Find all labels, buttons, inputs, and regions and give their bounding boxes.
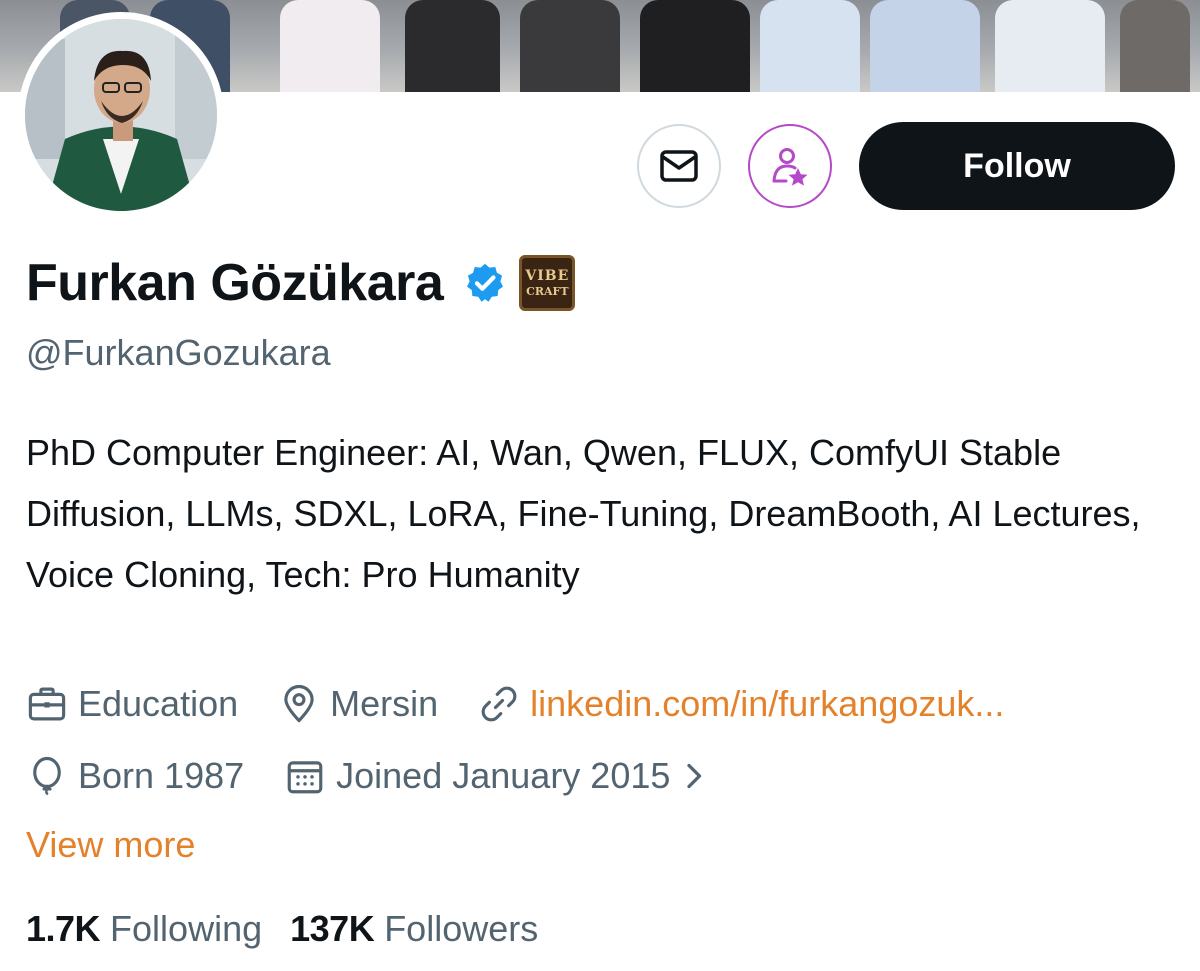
follow-stats: 1.7K Following 137K Followers <box>26 904 566 954</box>
name-row: Furkan Gözükara VIBE CRAFT <box>26 248 576 318</box>
birth-text: Born 1987 <box>78 755 245 796</box>
following-label: Following <box>110 908 263 949</box>
banner-figure <box>760 0 860 92</box>
avatar[interactable] <box>25 19 217 211</box>
briefcase-icon <box>28 687 66 721</box>
category-item: Education <box>26 683 238 725</box>
category-text: Education <box>78 683 239 724</box>
followers-label: Followers <box>384 908 539 949</box>
view-more-link[interactable]: View more <box>26 824 195 866</box>
person-star-icon <box>772 148 808 186</box>
joined-text: Joined January 2015 <box>336 755 671 796</box>
subscribe-button[interactable] <box>748 124 832 208</box>
banner-figure <box>520 0 620 92</box>
banner-figure <box>1120 0 1190 92</box>
banner-figure <box>995 0 1105 92</box>
message-button[interactable] <box>637 124 721 208</box>
affiliate-badge[interactable]: VIBE CRAFT <box>519 255 576 311</box>
avatar-portrait <box>25 19 217 211</box>
handle: @FurkanGozukara <box>26 332 331 373</box>
affiliate-badge-line2: CRAFT <box>526 285 569 298</box>
display-name: Furkan Gözükara <box>26 254 444 312</box>
banner-figure <box>280 0 380 92</box>
location-item: Mersin <box>278 683 438 725</box>
location-text: Mersin <box>330 683 439 724</box>
balloon-icon <box>33 756 61 796</box>
follow-button[interactable]: Follow <box>859 122 1175 210</box>
banner-figure <box>405 0 500 92</box>
verified-badge-icon[interactable] <box>463 261 507 305</box>
followers-stat[interactable]: 137K Followers <box>290 908 538 950</box>
followers-count: 137K <box>290 908 375 949</box>
website-link[interactable]: linkedin.com/in/furkangozuk... <box>530 683 1004 725</box>
link-icon <box>481 686 517 722</box>
website-item[interactable]: linkedin.com/in/furkangozuk... <box>478 683 1004 725</box>
birth-item: Born 1987 <box>26 755 244 797</box>
calendar-icon <box>287 761 323 794</box>
bio: PhD Computer Engineer: AI, Wan, Qwen, FL… <box>26 432 1141 595</box>
envelope-icon <box>660 150 698 182</box>
following-stat[interactable]: 1.7K Following <box>26 908 262 950</box>
banner-figure <box>870 0 980 92</box>
affiliate-badge-line1: VIBE <box>525 268 570 284</box>
profile-meta-row: Education Mersin linkedin.com/in/furkang… <box>26 678 1044 730</box>
location-pin-icon <box>284 684 314 723</box>
joined-item[interactable]: Joined January 2015 <box>284 755 710 797</box>
following-count: 1.7K <box>26 908 101 949</box>
chevron-right-icon <box>687 763 702 789</box>
profile-meta-row: Born 1987 Joined January 2015 <box>26 750 750 802</box>
banner-figure <box>640 0 750 92</box>
